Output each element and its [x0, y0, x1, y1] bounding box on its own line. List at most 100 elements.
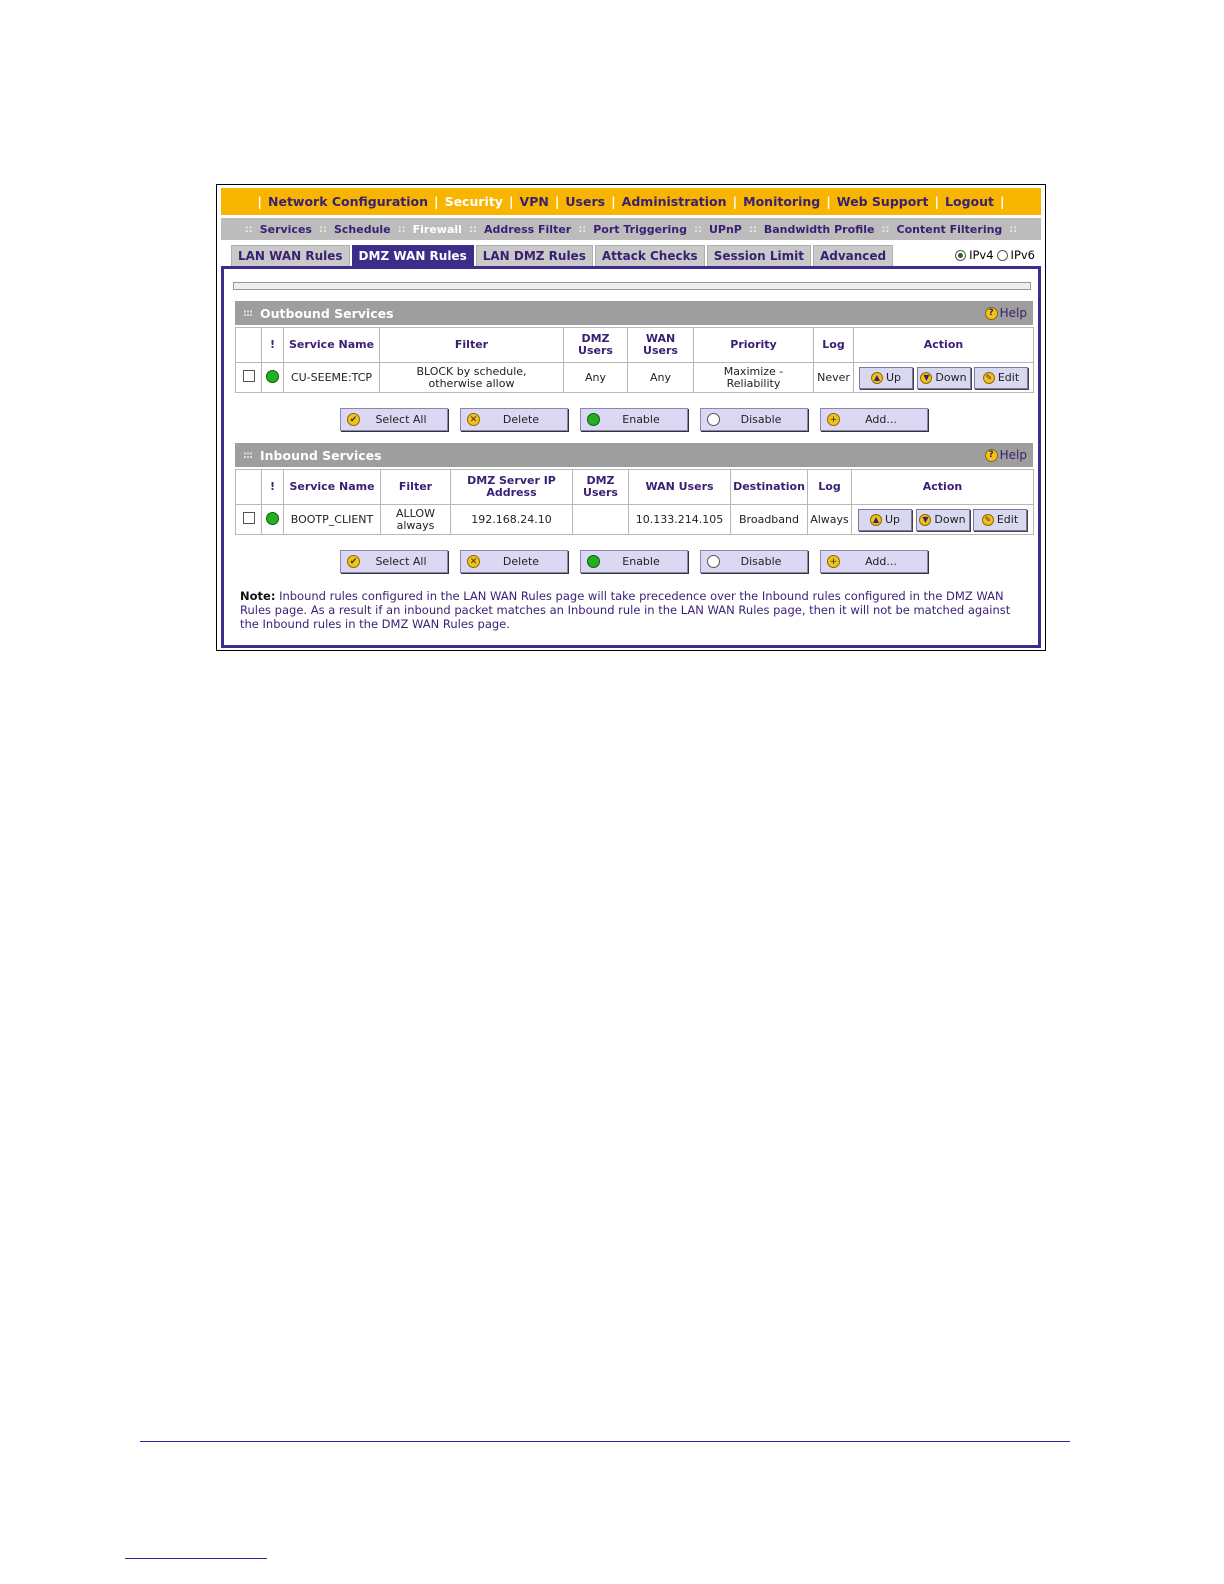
outbound-button-row: ✔ Select All ✕ Delete Enable Disable + Add.… — [340, 408, 928, 431]
delete-icon: ✕ — [467, 413, 480, 426]
table-header-row: ! Service Name Filter DMZ Users WAN User… — [235, 327, 1034, 363]
wan-users-column-header: WAN Users — [627, 327, 694, 363]
menu-web-support[interactable]: Web Support — [837, 194, 929, 209]
tab-advanced[interactable]: Advanced — [812, 245, 894, 266]
tab-lan-dmz-rules[interactable]: LAN DMZ Rules — [475, 245, 593, 266]
row-checkbox[interactable] — [242, 370, 255, 382]
outbound-help-link[interactable]: ? Help — [984, 306, 1027, 320]
up-button[interactable]: ▲ Up — [858, 508, 912, 531]
filter-cell: ALLOW always — [380, 504, 451, 535]
menu-monitoring[interactable]: Monitoring — [743, 194, 820, 209]
dmz-server-ip-cell: 192.168.24.10 — [450, 504, 573, 535]
enable-icon — [587, 413, 600, 426]
submenu-services[interactable]: Services — [260, 223, 312, 236]
menu-users[interactable]: Users — [565, 194, 605, 209]
inbound-rules-note: Note: Inbound rules configured in the LA… — [240, 589, 1011, 631]
filter-column-header: Filter — [380, 469, 451, 505]
delete-icon: ✕ — [467, 555, 480, 568]
outbound-delete-button[interactable]: ✕ Delete — [460, 408, 568, 431]
help-icon: ? — [984, 448, 998, 462]
edit-button[interactable]: ✎ Edit — [974, 366, 1028, 389]
outbound-services-table: ! Service Name Filter DMZ Users WAN User… — [235, 327, 1034, 393]
outbound-select-all-button[interactable]: ✔ Select All — [340, 408, 448, 431]
log-cell: Always — [807, 504, 852, 535]
enable-icon — [587, 555, 600, 568]
select-column-header — [235, 327, 262, 363]
check-icon: ✔ — [347, 555, 360, 568]
dmz-users-cell — [572, 504, 629, 535]
footer-divider — [140, 1441, 1070, 1442]
up-button[interactable]: ▲ Up — [859, 366, 913, 389]
wan-users-cell: Any — [627, 362, 694, 393]
inbound-help-link[interactable]: ? Help — [984, 448, 1027, 462]
check-icon: ✔ — [347, 413, 360, 426]
wan-users-cell: 10.133.214.105 — [628, 504, 731, 535]
outbound-services-title: Outbound Services — [260, 305, 394, 321]
inbound-services-header: ::: Inbound Services ? Help — [235, 443, 1033, 467]
service-name-cell: BOOTP_CLIENT — [283, 504, 381, 535]
menu-administration[interactable]: Administration — [622, 194, 727, 209]
pencil-icon: ✎ — [982, 371, 995, 384]
tab-lan-wan-rules[interactable]: LAN WAN Rules — [231, 245, 350, 266]
ipv4-label: IPv4 — [969, 248, 994, 262]
tab-attack-checks[interactable]: Attack Checks — [594, 245, 705, 266]
submenu-firewall[interactable]: Firewall — [413, 223, 462, 236]
dmz-users-column-header: DMZ Users — [572, 469, 629, 505]
down-button[interactable]: ▼ Down — [916, 366, 971, 389]
log-column-header: Log — [807, 469, 852, 505]
dmz-server-ip-column-header: DMZ Server IP Address — [450, 469, 573, 505]
service-name-column-header: Service Name — [283, 327, 380, 363]
help-icon: ? — [984, 306, 998, 320]
content-panel: ::: Outbound Services ? Help ! Service N… — [221, 266, 1041, 648]
submenu-content-filtering[interactable]: Content Filtering — [897, 223, 1003, 236]
menu-security[interactable]: Security — [445, 194, 503, 209]
service-name-column-header: Service Name — [283, 469, 381, 505]
plus-icon: + — [827, 413, 840, 426]
status-column-header: ! — [261, 469, 284, 505]
grip-icon: ::: — [243, 449, 253, 461]
wan-users-column-header: WAN Users — [628, 469, 731, 505]
menu-vpn[interactable]: VPN — [520, 194, 549, 209]
inbound-enable-button[interactable]: Enable — [580, 550, 688, 573]
edit-button[interactable]: ✎ Edit — [973, 508, 1027, 531]
screenshot-frame: | Network Configuration | Security | VPN… — [216, 184, 1046, 651]
menu-network-configuration[interactable]: Network Configuration — [268, 194, 428, 209]
menu-logout[interactable]: Logout — [945, 194, 994, 209]
outbound-disable-button[interactable]: Disable — [700, 408, 808, 431]
inbound-services-table: ! Service Name Filter DMZ Server IP Addr… — [235, 469, 1034, 535]
grip-icon: ::: — [243, 307, 253, 319]
action-column-header: Action — [853, 327, 1034, 363]
status-enabled-icon — [266, 369, 279, 383]
filter-cell: BLOCK by schedule, otherwise allow — [379, 362, 564, 393]
inbound-delete-button[interactable]: ✕ Delete — [460, 550, 568, 573]
tab-dmz-wan-rules[interactable]: DMZ WAN Rules — [351, 245, 474, 266]
outbound-add-button[interactable]: + Add... — [820, 408, 928, 431]
pencil-icon: ✎ — [981, 513, 994, 526]
sub-menu: :: Services :: Schedule :: Firewall :: A… — [221, 218, 1041, 240]
outbound-enable-button[interactable]: Enable — [580, 408, 688, 431]
action-cell: ▲ Up ▼ Down ✎ Edit — [851, 504, 1034, 535]
dmz-users-cell: Any — [563, 362, 628, 393]
submenu-schedule[interactable]: Schedule — [334, 223, 391, 236]
inbound-add-button[interactable]: + Add... — [820, 550, 928, 573]
row-checkbox[interactable] — [242, 512, 255, 524]
submenu-upnp[interactable]: UPnP — [709, 223, 742, 236]
inbound-button-row: ✔ Select All ✕ Delete Enable Disable + Add.… — [340, 550, 928, 573]
priority-column-header: Priority — [693, 327, 814, 363]
action-column-header: Action — [851, 469, 1034, 505]
submenu-bandwidth-profile[interactable]: Bandwidth Profile — [764, 223, 875, 236]
submenu-address-filter[interactable]: Address Filter — [484, 223, 571, 236]
down-button[interactable]: ▼ Down — [915, 508, 970, 531]
footer-divider-short — [125, 1558, 267, 1559]
inbound-services-title: Inbound Services — [260, 447, 382, 463]
ipv6-radio[interactable] — [996, 249, 1008, 261]
ip-version-selector: IPv4 IPv6 — [955, 248, 1035, 262]
dmz-users-column-header: DMZ Users — [563, 327, 628, 363]
status-column-header: ! — [261, 327, 284, 363]
tab-session-limit[interactable]: Session Limit — [706, 245, 811, 266]
select-column-header — [235, 469, 262, 505]
inbound-disable-button[interactable]: Disable — [700, 550, 808, 573]
ipv4-radio[interactable] — [955, 249, 967, 261]
submenu-port-triggering[interactable]: Port Triggering — [593, 223, 687, 236]
inbound-select-all-button[interactable]: ✔ Select All — [340, 550, 448, 573]
